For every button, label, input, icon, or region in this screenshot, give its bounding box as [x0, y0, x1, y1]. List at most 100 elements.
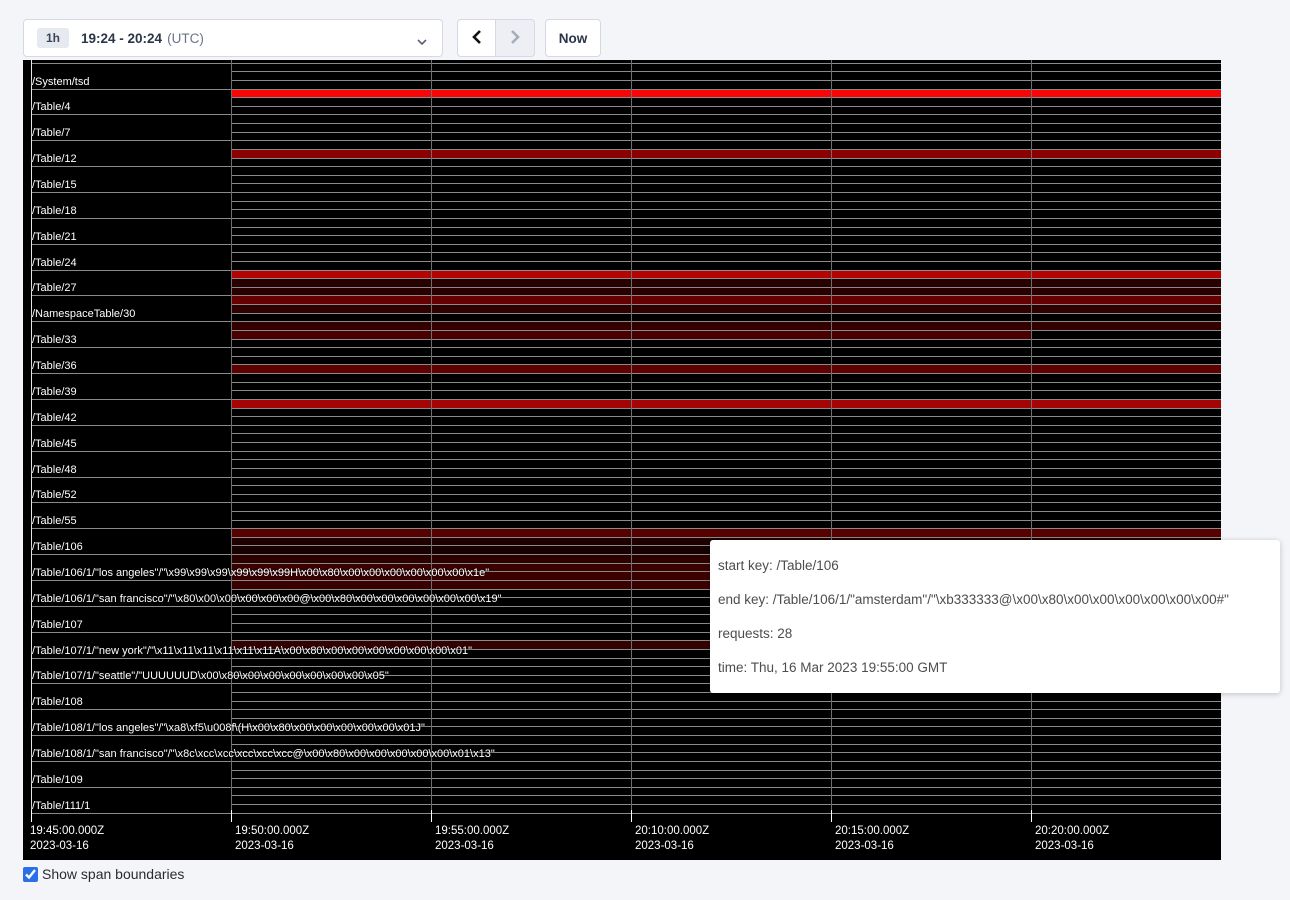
- span-boundary-line: [231, 382, 1221, 383]
- span-boundary-line: [231, 459, 1221, 460]
- span-boundary-line: [31, 89, 1221, 90]
- span-boundary-line: [231, 778, 1221, 779]
- row-label: /Table/42: [32, 412, 77, 424]
- chevron-down-icon: [416, 34, 428, 52]
- heat-band: [231, 296, 1221, 304]
- span-boundary-line: [231, 209, 1221, 210]
- heat-band: [231, 529, 1221, 537]
- row-label: /Table/52: [32, 489, 77, 501]
- key-visualizer-heatmap[interactable]: /System/tsd/Table/4/Table/7/Table/12/Tab…: [23, 60, 1221, 860]
- time-range-selector[interactable]: 1h 19:24 - 20:24 (UTC): [23, 19, 443, 57]
- span-boundary-line: [31, 63, 1221, 64]
- now-button[interactable]: Now: [545, 19, 601, 57]
- heat-band: [231, 305, 1221, 313]
- span-boundary-line: [231, 175, 1221, 176]
- row-label: /Table/39: [32, 386, 77, 398]
- axis-time-label: 20:20:00.000Z2023-03-16: [1035, 824, 1109, 853]
- next-time-button[interactable]: [496, 19, 535, 57]
- show-span-boundaries-checkbox[interactable]: [23, 867, 38, 882]
- row-label: /Table/21: [32, 231, 77, 243]
- span-boundary-line: [231, 201, 1221, 202]
- heat-band: [231, 288, 1221, 296]
- tooltip-start-key: start key: /Table/106: [718, 549, 1272, 583]
- span-boundary-line: [231, 304, 1221, 305]
- axis-time-label: 20:15:00.000Z2023-03-16: [835, 824, 909, 853]
- row-label: /Table/108/1/"san francisco"/"\x8c\xcc\x…: [32, 748, 495, 760]
- row-label: /System/tsd: [32, 76, 89, 88]
- axis-time-label: 19:45:00.000Z2023-03-16: [30, 824, 104, 853]
- time-gridline: [831, 60, 832, 821]
- span-boundary-line: [231, 313, 1221, 314]
- span-boundary-line: [231, 252, 1221, 253]
- heat-band: [231, 279, 1221, 287]
- span-boundary-line: [231, 744, 1221, 745]
- span-boundary-line: [231, 106, 1221, 107]
- row-label: /Table/4: [32, 101, 71, 113]
- row-label: /NamespaceTable/30: [32, 308, 135, 320]
- span-boundary-line: [31, 166, 1221, 167]
- row-label: /Table/108: [32, 696, 83, 708]
- span-boundary-line: [31, 347, 1221, 348]
- row-label: /Table/24: [32, 257, 77, 269]
- row-label: /Table/33: [32, 334, 77, 346]
- chevron-left-icon: [470, 29, 484, 48]
- span-boundary-line: [231, 416, 1221, 417]
- row-label: /Table/107/1/"seattle"/"UUUUUUD\x00\x80\…: [32, 670, 389, 682]
- span-boundary-line: [231, 408, 1221, 409]
- span-boundary-line: [31, 373, 1221, 374]
- axis-tick: [431, 810, 432, 822]
- heat-band: [231, 90, 1221, 98]
- heat-band: [231, 322, 1221, 330]
- span-boundary-line: [31, 477, 1221, 478]
- time-gridline: [431, 60, 432, 821]
- span-boundary-line: [31, 787, 1221, 788]
- row-label: /Table/109: [32, 774, 83, 786]
- span-boundary-line: [231, 511, 1221, 512]
- row-label: /Table/107/1/"new york"/"\x11\x11\x11\x1…: [32, 645, 472, 657]
- time-range-timezone: (UTC): [167, 31, 204, 46]
- axis-tick: [631, 810, 632, 822]
- span-boundary-line: [231, 287, 1221, 288]
- span-boundary-line: [231, 485, 1221, 486]
- row-label: /Table/36: [32, 360, 77, 372]
- axis-tick: [31, 810, 32, 822]
- row-label: /Table/18: [32, 205, 77, 217]
- span-boundary-line: [31, 813, 1221, 814]
- span-boundary-line: [31, 218, 1221, 219]
- span-boundary-line: [231, 433, 1221, 434]
- span-boundary-line: [231, 158, 1221, 159]
- row-label: /Table/55: [32, 515, 77, 527]
- span-boundary-line: [231, 330, 1221, 331]
- time-gridline: [631, 60, 632, 821]
- span-boundary-line: [231, 183, 1221, 184]
- prev-time-button[interactable]: [457, 19, 496, 57]
- span-boundary-line: [231, 261, 1221, 262]
- span-boundary-line: [231, 339, 1221, 340]
- show-span-boundaries-label[interactable]: Show span boundaries: [42, 866, 184, 882]
- axis-tick: [1031, 810, 1032, 822]
- span-boundary-line: [231, 770, 1221, 771]
- span-boundary-line: [31, 502, 1221, 503]
- row-label: /Table/12: [32, 153, 77, 165]
- span-boundary-line: [231, 537, 1221, 538]
- row-label: /Table/107: [32, 619, 83, 631]
- row-label: /Table/108/1/"los angeles"/"\xa8\xf5\u00…: [32, 722, 425, 734]
- axis-time-label: 20:10:00.000Z2023-03-16: [635, 824, 709, 853]
- tooltip-time: time: Thu, 16 Mar 2023 19:55:00 GMT: [718, 651, 1272, 685]
- time-range-value: 19:24 - 20:24: [81, 31, 162, 46]
- time-gridline: [231, 60, 232, 821]
- axis-tick: [831, 810, 832, 822]
- axis-tick: [231, 810, 232, 822]
- tooltip-end-key: end key: /Table/106/1/"amsterdam"/"\xb33…: [718, 583, 1272, 617]
- span-boundary-line: [231, 132, 1221, 133]
- span-boundary-line: [231, 468, 1221, 469]
- span-boundary-line: [31, 709, 1221, 710]
- span-boundary-line: [31, 192, 1221, 193]
- time-gridline: [1031, 60, 1032, 821]
- span-boundary-line: [231, 123, 1221, 124]
- heat-band: [231, 271, 1221, 279]
- row-label: /Table/15: [32, 179, 77, 191]
- span-boundary-line: [231, 718, 1221, 719]
- row-label: /Table/7: [32, 127, 71, 139]
- row-label: /Table/106/1/"san francisco"/"\x80\x00\x…: [32, 593, 502, 605]
